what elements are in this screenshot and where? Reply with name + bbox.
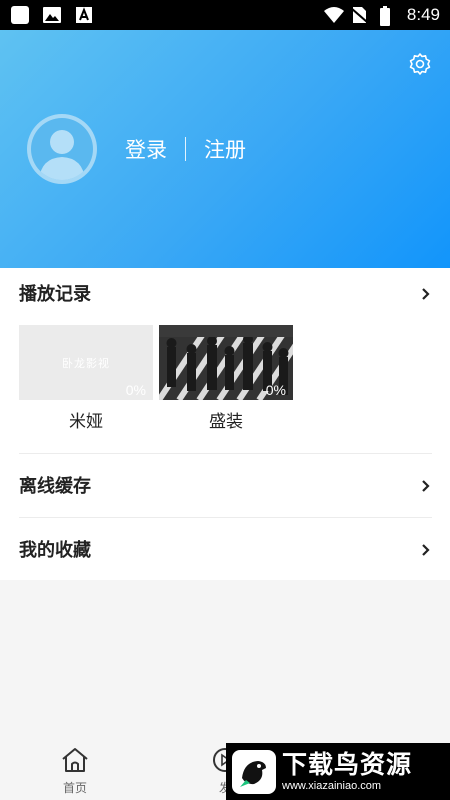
history-item[interactable]: 0% 盛装 bbox=[159, 325, 293, 432]
watermark-banner: 下载鸟资源 www.xiazainiao.com bbox=[226, 743, 450, 800]
history-item[interactable]: 卧龙影视 0% 米娅 bbox=[19, 325, 153, 432]
chevron-right-icon bbox=[420, 478, 432, 492]
profile-header: 登录 注册 bbox=[0, 30, 450, 268]
history-item-title: 盛装 bbox=[209, 412, 243, 432]
divider bbox=[19, 517, 432, 518]
play-history-title: 播放记录 bbox=[19, 284, 91, 305]
image-notification-icon bbox=[42, 6, 62, 24]
history-item-title: 米娅 bbox=[69, 412, 103, 432]
login-link[interactable]: 登录 bbox=[125, 134, 167, 164]
bird-logo-icon bbox=[232, 749, 276, 794]
placeholder-brand-text: 卧龙影视 bbox=[62, 357, 110, 370]
register-link[interactable]: 注册 bbox=[204, 134, 246, 164]
nav-home[interactable]: 首页 bbox=[45, 747, 105, 796]
battery-icon bbox=[379, 6, 399, 26]
auth-divider bbox=[185, 137, 186, 161]
watch-progress: 0% bbox=[265, 382, 286, 398]
font-notification-icon bbox=[74, 6, 94, 24]
chevron-right-icon bbox=[420, 286, 432, 300]
favorites-label: 我的收藏 bbox=[19, 540, 91, 561]
play-history-list: 卧龙影视 0% 米娅 0% 盛装 bbox=[19, 325, 293, 432]
app-notification-icon bbox=[10, 6, 30, 24]
home-icon bbox=[62, 748, 88, 772]
status-time: 8:49 bbox=[406, 5, 440, 24]
nav-home-label: 首页 bbox=[62, 781, 87, 795]
offline-cache-row[interactable]: 离线缓存 bbox=[0, 460, 450, 510]
settings-gear-icon[interactable] bbox=[408, 52, 432, 76]
play-history-row[interactable]: 播放记录 bbox=[0, 268, 450, 318]
status-bar: 8:49 bbox=[0, 0, 450, 30]
watermark-brand: 下载鸟资源 bbox=[282, 749, 413, 779]
auth-links: 登录 注册 bbox=[125, 134, 246, 164]
avatar[interactable] bbox=[27, 114, 97, 184]
watermark-url: www.xiazainiao.com bbox=[282, 779, 382, 792]
favorites-row[interactable]: 我的收藏 bbox=[0, 524, 450, 574]
divider bbox=[19, 453, 432, 454]
default-user-icon bbox=[39, 130, 85, 180]
chevron-right-icon bbox=[420, 542, 432, 556]
watch-progress: 0% bbox=[125, 382, 146, 398]
wifi-icon bbox=[323, 6, 344, 24]
no-sim-icon bbox=[350, 6, 371, 24]
history-thumbnail-placeholder: 卧龙影视 0% bbox=[19, 325, 153, 400]
offline-cache-label: 离线缓存 bbox=[19, 476, 91, 497]
history-thumbnail-poster: 0% bbox=[159, 325, 293, 400]
menu-panel: 播放记录 卧龙影视 0% 米娅 0% 盛装 离线缓存 我的收藏 bbox=[0, 268, 450, 580]
